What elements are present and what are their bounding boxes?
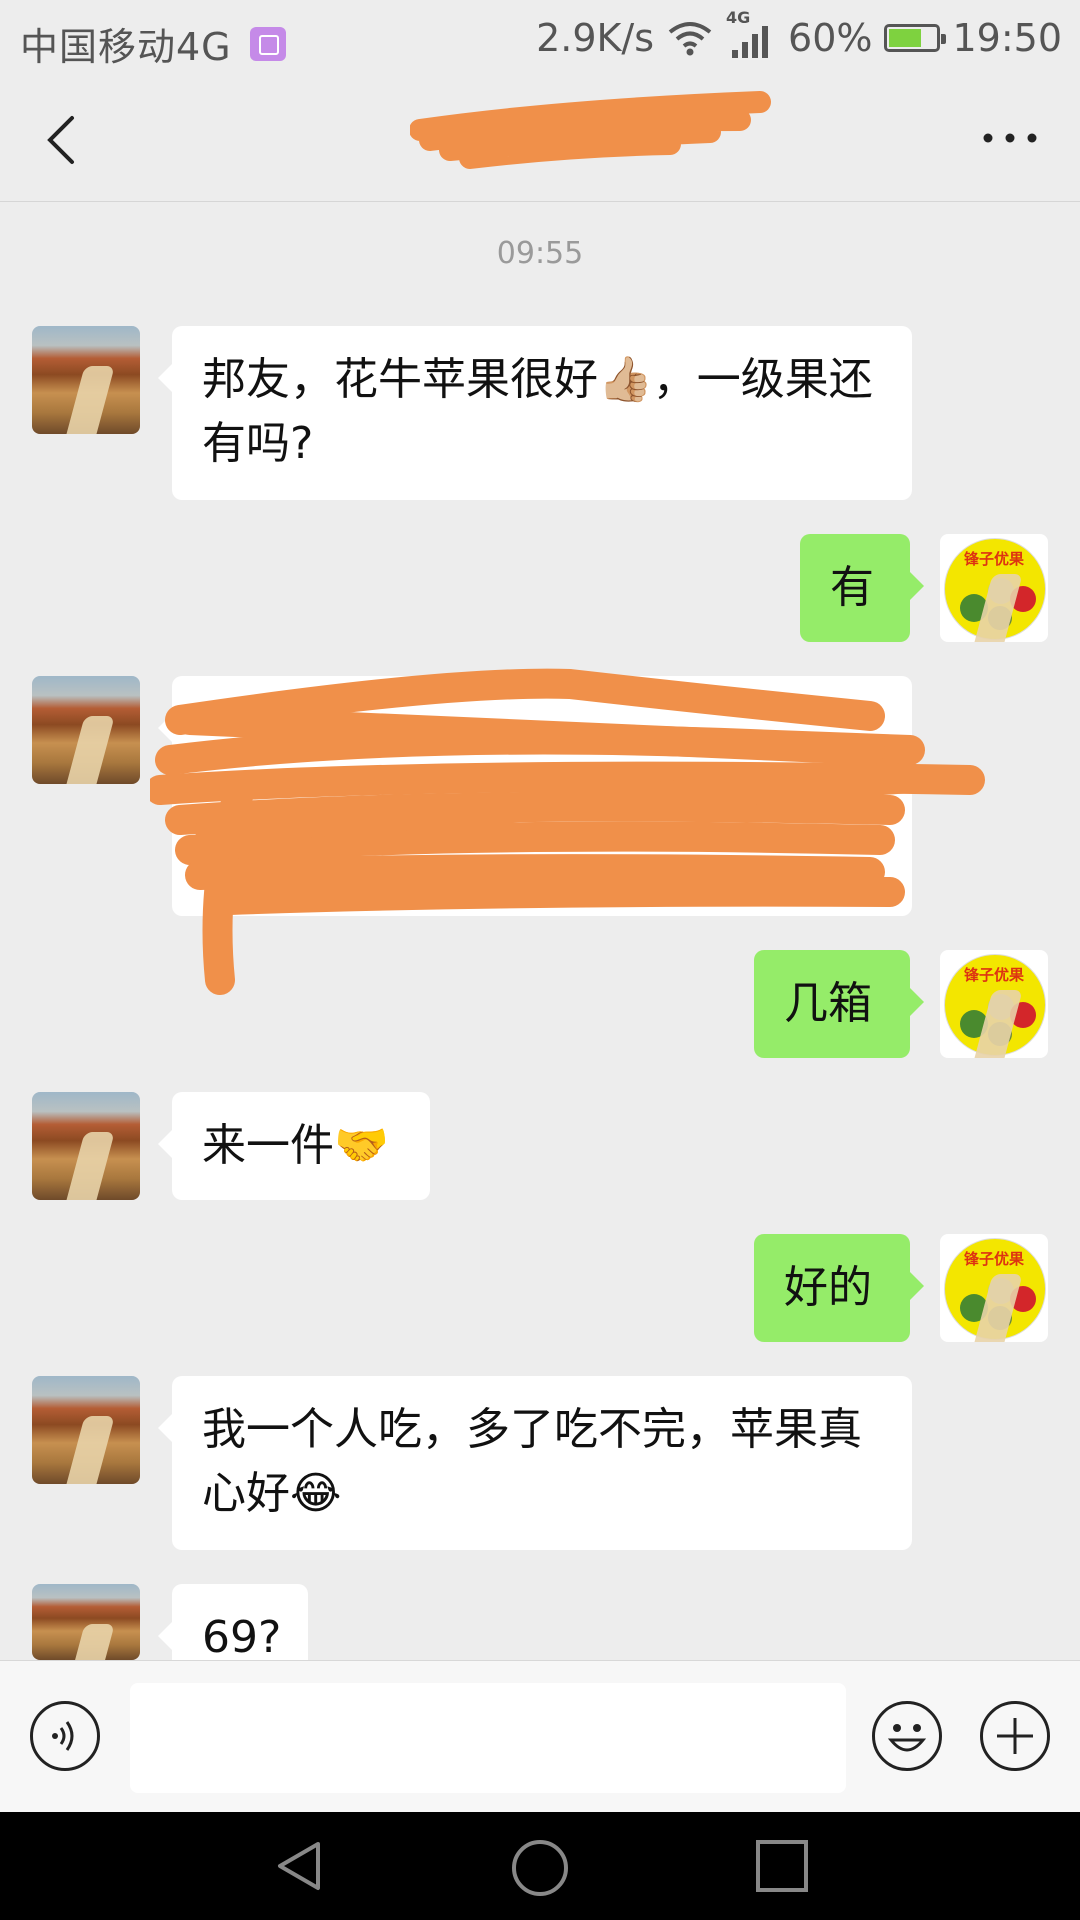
- avatar-logo-text: 锋子优果: [963, 550, 1024, 568]
- message-bubble-incoming[interactable]: 来一件🤝: [158, 1092, 430, 1200]
- clock: 19:50: [952, 16, 1062, 60]
- carrier-label: 中国移动4G: [20, 25, 232, 69]
- nav-home-icon[interactable]: [510, 1838, 570, 1898]
- signal-icon: 4G: [726, 8, 776, 58]
- message-text: 来一件🤝: [202, 1120, 389, 1171]
- message-bubble-incoming[interactable]: 我一个人吃，多了吃不完，苹果真心好😂: [158, 1376, 912, 1550]
- chat-timestamp: 09:55: [496, 236, 584, 271]
- message-bubble-incoming[interactable]: 邦友，花牛苹果很好👍🏼，一级果还有吗?: [158, 326, 912, 500]
- my-avatar[interactable]: 锋子优果: [940, 950, 1048, 1058]
- wifi-icon: [668, 22, 712, 56]
- contact-avatar[interactable]: [32, 1584, 140, 1660]
- message-text: 几箱: [784, 978, 872, 1029]
- status-bar: 中国移动4G 2.9K/s 4G 60% 19:50: [0, 0, 1080, 78]
- chevron-left-icon[interactable]: [36, 112, 88, 168]
- plus-icon[interactable]: [980, 1701, 1050, 1771]
- contact-avatar[interactable]: [32, 676, 140, 784]
- battery-percent: 60%: [788, 16, 873, 60]
- fruit-icon: [960, 1010, 988, 1038]
- battery-icon: [884, 24, 947, 52]
- fruit-icon: [1010, 1002, 1036, 1028]
- my-avatar[interactable]: 锋子优果: [940, 534, 1048, 642]
- fruit-icon: [988, 578, 1014, 604]
- fruit-icon: [988, 1022, 1012, 1046]
- nav-recents-icon[interactable]: [754, 1838, 810, 1894]
- contact-avatar[interactable]: [32, 1376, 140, 1484]
- network-speed: 2.9K/s: [536, 16, 655, 60]
- fruit-icon: [1010, 586, 1036, 612]
- avatar-logo-text: 锋子优果: [963, 1250, 1024, 1268]
- fruit-icon: [960, 1294, 988, 1322]
- fruit-icon: [988, 606, 1012, 630]
- fruit-icon: [988, 1306, 1012, 1330]
- fruit-icon: [988, 1278, 1014, 1304]
- contact-avatar[interactable]: [32, 326, 140, 434]
- message-bubble-incoming[interactable]: [158, 676, 912, 916]
- photo-notification-icon: [249, 26, 286, 61]
- nav-back-icon[interactable]: [272, 1838, 328, 1894]
- fruit-icon: [1010, 1286, 1036, 1312]
- message-bubble-incoming[interactable]: 69?: [158, 1584, 308, 1663]
- message-text: 好的: [784, 1262, 872, 1313]
- title-redaction: [410, 91, 771, 169]
- chat-header: [0, 78, 1080, 202]
- message-text: 69?: [202, 1612, 282, 1663]
- voice-icon[interactable]: [30, 1701, 100, 1771]
- fruit-icon: [988, 994, 1014, 1020]
- my-avatar[interactable]: 锋子优果: [940, 1234, 1048, 1342]
- emoji-icon[interactable]: [872, 1701, 942, 1771]
- avatar-logo-text: 锋子优果: [963, 966, 1024, 984]
- message-text: 有: [830, 562, 874, 613]
- contact-avatar[interactable]: [32, 1092, 140, 1200]
- system-nav-bar: [0, 1812, 1080, 1920]
- more-dots-icon[interactable]: [980, 128, 1040, 148]
- message-bubble-outgoing[interactable]: 几箱: [754, 950, 924, 1058]
- fruit-icon: [960, 594, 988, 622]
- message-bubble-outgoing[interactable]: 有: [800, 534, 924, 642]
- message-text: 邦友，花牛苹果很好👍🏼，一级果还有吗?: [202, 354, 873, 469]
- message-bubble-outgoing[interactable]: 好的: [754, 1234, 924, 1342]
- message-input[interactable]: [130, 1683, 846, 1793]
- input-bar: [0, 1660, 1080, 1812]
- message-text: 我一个人吃，多了吃不完，苹果真心好😂: [202, 1404, 862, 1519]
